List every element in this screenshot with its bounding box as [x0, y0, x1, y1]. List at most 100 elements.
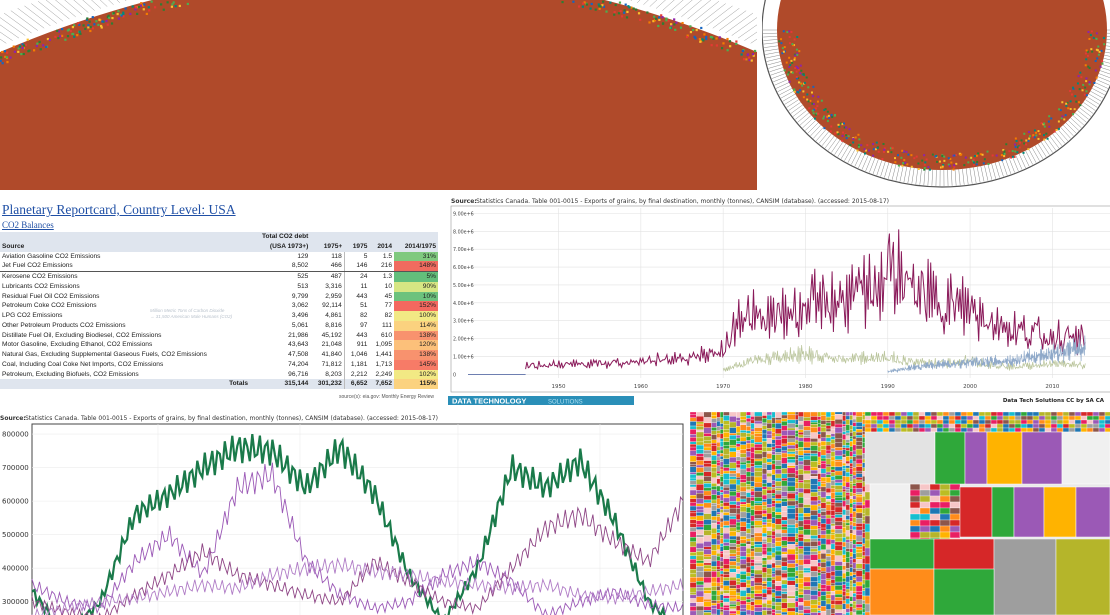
radial-right-dot: [882, 150, 885, 153]
radial-left-dot: [617, 12, 621, 15]
treemap-cell: [855, 458, 863, 465]
treemap-cell: [766, 586, 773, 591]
treemap-cell: [1086, 419, 1094, 425]
treemap-cell: [729, 516, 737, 520]
table-cell: 21,986: [288, 331, 309, 339]
radial-right-dot: [917, 167, 920, 170]
radial-left-dot: [658, 16, 661, 19]
treemap-cell: [845, 603, 850, 609]
treemap-cell: [736, 479, 741, 486]
treemap-cell: [750, 580, 755, 587]
radial-right-dot: [845, 126, 848, 129]
treemap-cell: [739, 436, 747, 442]
radial-right-dot: [797, 81, 800, 84]
treemap-cell: [949, 525, 961, 533]
treemap-cell: [723, 527, 730, 534]
treemap-cell: [766, 537, 773, 543]
treemap-cell: [729, 549, 737, 554]
treemap-cell: [739, 596, 747, 601]
radial-left-dot: [71, 32, 74, 36]
treemap-cell: [771, 493, 776, 497]
treemap-cell: [855, 546, 863, 550]
radial-right-dot: [901, 164, 904, 167]
treemap-cell: [716, 590, 721, 596]
treemap-cell: [787, 435, 796, 439]
treemap-cell: [690, 498, 697, 503]
treemap-cell: [711, 445, 717, 452]
radial-right-dot: [1099, 65, 1102, 68]
treemap-cell: [842, 565, 847, 571]
treemap-cell: [803, 470, 811, 475]
radial-chart-left: [0, 0, 757, 190]
radial-right-dot: [928, 168, 931, 171]
treemap-cell: [817, 562, 822, 567]
radial-right-dot: [790, 59, 793, 62]
treemap-cell: [775, 500, 782, 504]
treemap-cell: [845, 447, 850, 451]
radial-right-dot: [1088, 83, 1091, 86]
treemap-cell: [817, 423, 822, 428]
treemap-cell: [775, 605, 782, 611]
radial-right-dot: [809, 99, 812, 102]
treemap-cell: [795, 488, 799, 493]
treemap-cell: [817, 588, 822, 592]
treemap-cell: [825, 445, 832, 451]
treemap-cell: [754, 562, 763, 566]
treemap-cell: [729, 412, 737, 417]
treemap-cell: [690, 610, 697, 615]
treemap-cell: [729, 546, 737, 550]
treemap-cell: [845, 430, 850, 434]
treemap-cell: [690, 523, 697, 528]
treemap-cell: [855, 429, 863, 433]
treemap-cell: [690, 537, 697, 542]
treemap-cell: [849, 513, 853, 518]
treemap-cell: [803, 488, 811, 494]
radial-left-dot: [670, 23, 673, 26]
treemap-cell: [762, 583, 768, 587]
treemap-cell: [690, 502, 697, 507]
treemap-cell: [810, 599, 818, 606]
treemap-cell: [729, 473, 737, 477]
radial-right-dot: [1008, 150, 1011, 153]
treemap-cell: [842, 554, 847, 559]
report-title[interactable]: Planetary Reportcard, Country Level: USA: [2, 202, 236, 218]
treemap-cell: [845, 592, 850, 597]
treemap-cell: [849, 432, 853, 437]
treemap-cell: [852, 603, 857, 609]
report-subtitle[interactable]: CO2 Balances: [2, 220, 54, 230]
treemap-cell: [729, 610, 737, 614]
grain-top-xtick: 1950: [552, 384, 566, 390]
treemap-cell: [750, 481, 755, 487]
treemap-cell: [711, 594, 717, 601]
radial-left-dot: [64, 38, 67, 41]
treemap-cell: [754, 503, 763, 506]
treemap-cell: [849, 543, 853, 550]
treemap-cell: [750, 491, 755, 496]
treemap-cell: [830, 472, 836, 477]
treemap-cell: [1092, 423, 1100, 429]
treemap-cell: [766, 504, 773, 508]
treemap-cell: [845, 472, 850, 477]
totals-cell: 301,232: [310, 379, 345, 389]
treemap-cell: [864, 427, 872, 433]
treemap-cell: [795, 478, 799, 483]
treemap-cell: [820, 573, 827, 580]
treemap-cell: [876, 412, 884, 417]
treemap-cell: [810, 476, 818, 479]
treemap-cell: [750, 590, 755, 594]
treemap-cell: [810, 473, 818, 477]
treemap-cell: [775, 488, 782, 491]
treemap-cell: [696, 412, 704, 417]
treemap-cell: [719, 468, 724, 475]
treemap-cell: [771, 579, 776, 585]
radial-left-dot: [657, 24, 660, 28]
radial-right-dot: [973, 155, 976, 158]
treemap-cell: [781, 540, 788, 547]
treemap-cell: [746, 553, 751, 558]
treemap-cell: [729, 439, 737, 446]
treemap-cell: [817, 575, 822, 582]
treemap-cell: [746, 548, 751, 555]
treemap-cell: [834, 541, 843, 546]
treemap-cell: [723, 470, 730, 474]
treemap-cell: [716, 569, 721, 572]
